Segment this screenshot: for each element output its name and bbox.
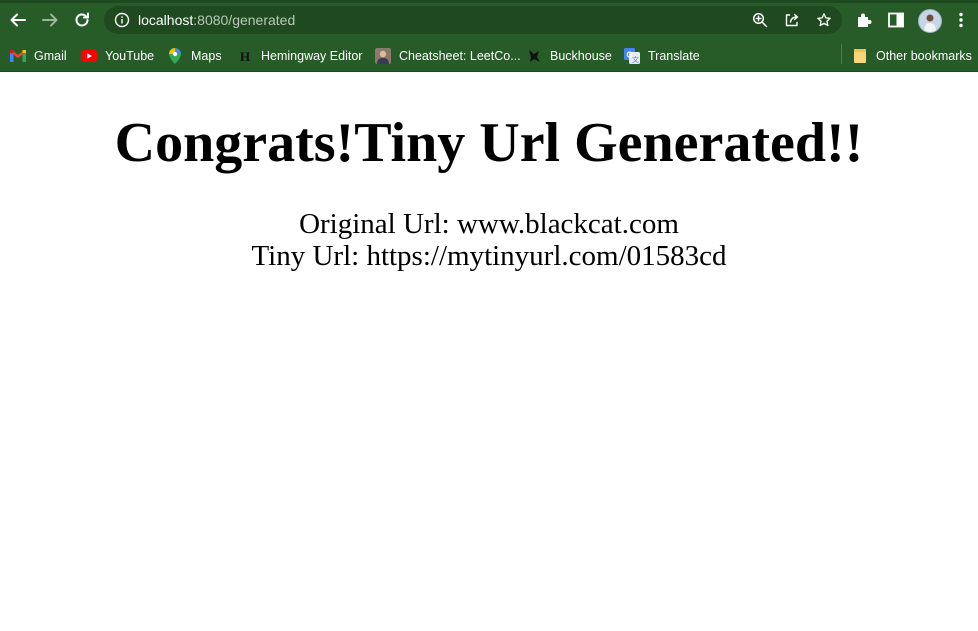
buckhouse-icon [526,48,542,64]
share-icon[interactable] [784,12,800,28]
hemingway-icon: H [237,48,253,64]
svg-text:文: 文 [632,55,639,64]
bookmark-gmail[interactable]: Gmail [10,40,67,71]
bookmark-label: Hemingway Editor [261,48,363,63]
original-url-label: Original Url: [299,208,457,240]
translate-icon: G 文 [624,47,640,64]
bookmark-label: Gmail [34,48,67,63]
bookmark-label: YouTube [105,48,155,63]
tiny-url-line: Tiny Url: https://mytinyurl.com/01583cd [0,240,978,272]
bookmark-star-icon[interactable] [816,12,832,28]
back-arrow-icon [10,13,26,27]
cheatsheet-avatar-icon [375,47,391,64]
zoom-icon[interactable] [752,12,768,28]
browser-toolbar: localhost:8080/generated [0,0,978,40]
bookmark-translate[interactable]: G 文 Translate [624,40,700,71]
tab-strip-edge [0,0,978,3]
youtube-icon [81,48,97,64]
bookmark-label: Cheatsheet: LeetCo... [399,48,521,63]
profile-avatar[interactable] [918,9,942,33]
side-panel-icon[interactable] [886,10,906,30]
bookmarks-separator [841,44,842,64]
other-bookmarks-label: Other bookmarks [876,48,972,63]
bookmark-maps[interactable]: Maps [167,40,222,71]
bookmarks-bar: Gmail YouTube Maps H Hemingway Editor Ch… [0,40,978,72]
tiny-url-label: Tiny Url: [251,240,367,272]
url-path: :8080/generated [193,12,296,28]
back-button[interactable] [6,8,30,32]
other-bookmarks[interactable]: Other bookmarks [852,40,972,71]
forward-arrow-icon [42,13,58,27]
bookmark-label: Translate [648,48,700,63]
bookmark-buckhouse[interactable]: Buckhouse [526,40,612,71]
gmail-icon [10,48,26,64]
url-host: localhost [138,12,194,28]
bookmark-label: Maps [191,48,222,63]
page-content: Congrats!Tiny Url Generated!! Original U… [0,72,978,631]
tiny-url-value: https://mytinyurl.com/01583cd [366,240,727,272]
reload-button[interactable] [70,8,94,32]
reload-icon [75,12,89,27]
extensions-puzzle-icon[interactable] [854,10,874,30]
bookmark-cheatsheet[interactable]: Cheatsheet: LeetCo... [375,40,521,71]
address-url[interactable]: localhost:8080/generated [138,6,295,34]
address-bar[interactable]: localhost:8080/generated [104,6,842,34]
page-heading: Congrats!Tiny Url Generated!! [114,112,864,174]
bookmark-label: Buckhouse [550,48,612,63]
site-info-icon[interactable] [114,12,130,28]
original-url-line: Original Url: www.blackcat.com [0,208,978,240]
forward-button[interactable] [38,8,62,32]
original-url-value: www.blackcat.com [456,208,679,240]
maps-icon [167,47,183,64]
svg-text:H: H [240,49,250,63]
bookmark-hemingway[interactable]: H Hemingway Editor [237,40,363,71]
more-menu-icon[interactable] [951,10,971,30]
profile-person-icon [924,14,936,32]
bookmark-youtube[interactable]: YouTube [81,40,154,71]
folder-icon [852,48,868,64]
